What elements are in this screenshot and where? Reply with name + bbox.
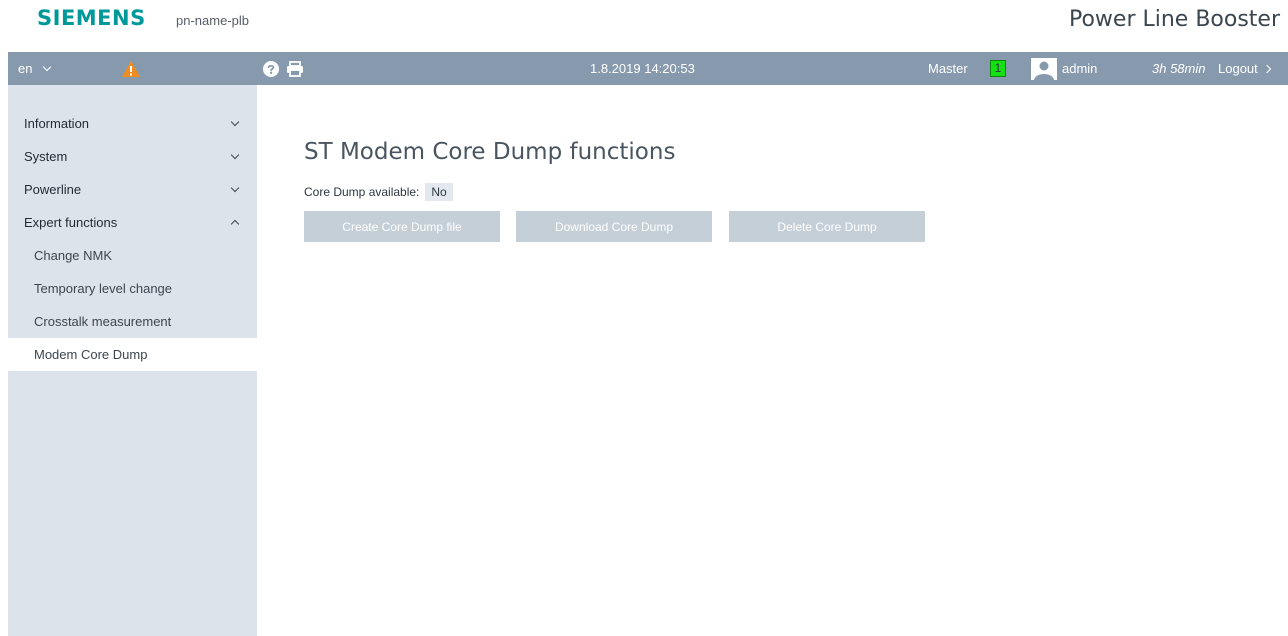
delete-core-dump-button[interactable]: Delete Core Dump — [729, 211, 925, 242]
availability-value: No — [425, 183, 453, 201]
language-selector[interactable]: en — [18, 52, 52, 85]
chevron-down-icon — [230, 150, 240, 159]
chevron-down-icon — [43, 62, 52, 71]
chevron-right-icon — [1262, 64, 1272, 73]
chevron-down-icon — [230, 183, 240, 192]
sidebar: Information System Powerline Expert func… — [8, 85, 257, 636]
help-icon[interactable] — [263, 52, 279, 85]
sidebar-subitem-modem-core-dump[interactable]: Modem Core Dump — [8, 338, 257, 371]
download-core-dump-button[interactable]: Download Core Dump — [516, 211, 712, 242]
sidebar-subitem-temporary-level-change[interactable]: Temporary level change — [8, 272, 257, 305]
current-datetime: 1.8.2019 14:20:53 — [590, 61, 695, 76]
sidebar-item-system[interactable]: System — [8, 140, 257, 173]
role-value: 1 — [990, 60, 1006, 77]
top-toolbar: en 1.8.2019 14:20:53 Master 1 admin 3h 5… — [8, 52, 1288, 85]
sidebar-item-information[interactable]: Information — [8, 107, 257, 140]
sidebar-item-expert-functions[interactable]: Expert functions — [8, 206, 257, 239]
sidebar-item-label: System — [24, 149, 68, 164]
device-name: pn-name-plb — [176, 13, 249, 28]
sidebar-subitem-crosstalk-measurement[interactable]: Crosstalk measurement — [8, 305, 257, 338]
warning-icon[interactable] — [121, 52, 141, 85]
role-indicator: 1 — [990, 52, 1006, 85]
page-title: ST Modem Core Dump functions — [304, 139, 676, 165]
sidebar-item-powerline[interactable]: Powerline — [8, 173, 257, 206]
chevron-down-icon — [230, 117, 240, 126]
availability-label: Core Dump available: — [304, 185, 420, 199]
language-value: en — [18, 61, 33, 76]
print-icon[interactable] — [286, 52, 304, 85]
sidebar-item-label: Powerline — [24, 182, 82, 197]
username: admin — [1062, 61, 1098, 76]
product-title: Power Line Booster — [1068, 7, 1280, 32]
session-time: 3h 58min — [1152, 61, 1206, 76]
create-core-dump-button[interactable]: Create Core Dump file — [304, 211, 500, 242]
brand-header: SIEMENS pn-name-plb Power Line Booster — [0, 0, 1288, 52]
role-label: Master — [928, 61, 968, 76]
logout-button[interactable]: Logout — [1218, 52, 1272, 85]
siemens-logo: SIEMENS — [37, 6, 146, 30]
core-dump-availability: Core Dump available: No — [304, 183, 453, 201]
user-icon — [1031, 52, 1057, 85]
chevron-up-icon — [230, 219, 240, 229]
sidebar-nav: Information System Powerline Expert func… — [8, 107, 257, 371]
sidebar-item-label: Information — [24, 116, 90, 131]
sidebar-item-label: Expert functions — [24, 215, 118, 230]
logout-label: Logout — [1218, 61, 1258, 76]
sidebar-subitem-change-nmk[interactable]: Change NMK — [8, 239, 257, 272]
